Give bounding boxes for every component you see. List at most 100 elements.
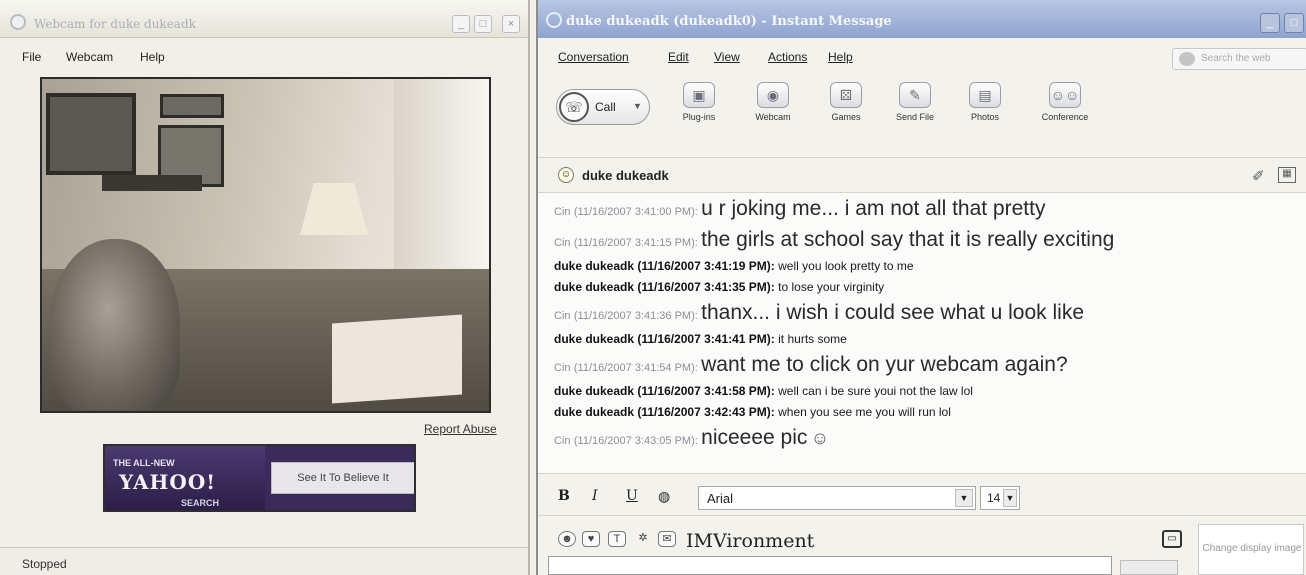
chevron-down-icon[interactable]: ▼ bbox=[1003, 489, 1017, 507]
message-sender: duke dukeadk bbox=[554, 280, 635, 294]
send-file-label: Send File bbox=[895, 112, 935, 122]
text-style-icon[interactable]: T bbox=[608, 531, 626, 547]
games-button[interactable]: ⚄ Games bbox=[811, 82, 881, 122]
smiley-emoticon-icon: ☺ bbox=[810, 428, 830, 448]
menu-view[interactable]: View bbox=[714, 50, 740, 64]
maximize-icon[interactable]: □ bbox=[474, 15, 492, 33]
puzzle-icon: ▣ bbox=[683, 82, 715, 108]
menu-help[interactable]: Help bbox=[140, 50, 165, 64]
bold-button[interactable]: B bbox=[558, 488, 570, 504]
photos-label: Photos bbox=[970, 112, 1000, 122]
close-icon[interactable]: × bbox=[502, 15, 520, 33]
display-image-box[interactable]: Change display image bbox=[1198, 524, 1304, 575]
chevron-down-icon[interactable]: ▼ bbox=[955, 489, 973, 507]
ad-cta-button[interactable]: See It To Believe It bbox=[271, 462, 414, 494]
photos-button[interactable]: ▤ Photos bbox=[950, 82, 1020, 122]
imvironment-icon[interactable]: ✉ bbox=[658, 531, 676, 547]
message-timestamp: (11/16/2007 3:41:35 PM): bbox=[637, 280, 775, 294]
message-text: to lose your virginity bbox=[778, 280, 885, 294]
menu-help[interactable]: Help bbox=[828, 50, 853, 64]
text-color-icon[interactable]: ◍ bbox=[658, 488, 670, 505]
chevron-down-icon[interactable]: ▼ bbox=[633, 101, 642, 111]
message-sender: duke dukeadk bbox=[554, 259, 635, 273]
message-text: niceeee pic bbox=[701, 426, 808, 449]
message-text: the girls at school say that it is reall… bbox=[701, 228, 1115, 251]
message-timestamp: (11/16/2007 3:41:58 PM): bbox=[637, 384, 775, 398]
webcam-window-title: Webcam for duke dukeadk bbox=[34, 17, 196, 31]
message-timestamp: (11/16/2007 3:41:00 PM): bbox=[573, 206, 698, 218]
call-button[interactable]: ☏ Call ▼ bbox=[556, 89, 650, 125]
ad-tagline: THE ALL-NEW bbox=[113, 458, 175, 468]
menu-actions[interactable]: Actions bbox=[768, 50, 807, 64]
send-button[interactable] bbox=[1120, 560, 1178, 575]
minimize-icon[interactable]: _ bbox=[1260, 13, 1280, 33]
webcam-menubar: File Webcam Help bbox=[0, 44, 528, 68]
menu-file[interactable]: File bbox=[22, 50, 41, 64]
contact-header: ☺ duke dukeadk ✐ ▦ bbox=[538, 160, 1306, 190]
yahoo-search-icon bbox=[1179, 52, 1195, 66]
font-size-select[interactable]: 14 ▼ bbox=[980, 486, 1020, 510]
underline-button[interactable]: U bbox=[626, 488, 638, 504]
webcam-video-feed bbox=[40, 77, 491, 413]
web-search-input[interactable]: Search the web bbox=[1172, 48, 1306, 70]
webcam-app-icon bbox=[10, 14, 26, 30]
contact-card-icon[interactable]: ▦ bbox=[1278, 167, 1296, 183]
message-row: Cin (11/16/2007 3:41:00 PM): u r joking … bbox=[554, 197, 1306, 228]
message-timestamp: (11/16/2007 3:41:15 PM): bbox=[573, 237, 698, 249]
conference-label: Conference bbox=[1041, 112, 1089, 122]
instant-message-window: duke dukeadk (dukeadk0) - Instant Messag… bbox=[536, 0, 1306, 575]
pencil-icon[interactable]: ✐ bbox=[1252, 167, 1265, 185]
ad-search-label: SEARCH bbox=[181, 498, 220, 508]
message-timestamp: (11/16/2007 3:41:19 PM): bbox=[637, 259, 775, 273]
contact-name[interactable]: duke dukeadk bbox=[582, 168, 669, 183]
message-timestamp: (11/16/2007 3:42:43 PM): bbox=[637, 405, 775, 419]
search-placeholder: Search the web bbox=[1201, 53, 1271, 64]
yahoo-search-ad[interactable]: THE ALL-NEW YAHOO! SEARCH See It To Beli… bbox=[103, 444, 416, 512]
message-timestamp: (11/16/2007 3:41:41 PM): bbox=[637, 332, 775, 346]
audible-icon[interactable]: ♥ bbox=[582, 531, 600, 547]
webcam-label: Webcam bbox=[755, 112, 791, 122]
send-file-button[interactable]: ✎ Send File bbox=[880, 82, 950, 122]
message-text: want me to click on yur webcam again? bbox=[701, 353, 1068, 376]
photos-icon: ▤ bbox=[969, 82, 1001, 108]
italic-button[interactable]: I bbox=[592, 488, 598, 504]
font-size-value: 14 bbox=[987, 491, 1001, 505]
messenger-app-icon bbox=[546, 12, 562, 28]
save-icon[interactable]: ▭ bbox=[1162, 530, 1182, 548]
formatting-toolbar: B I U ◍ Arial ▼ 14 ▼ bbox=[538, 478, 1306, 516]
phone-icon: ☏ bbox=[559, 92, 589, 122]
webcam-window: Webcam for duke dukeadk _ □ × File Webca… bbox=[0, 0, 530, 575]
conversation-history[interactable]: Cin (11/16/2007 3:41:00 PM): u r joking … bbox=[538, 192, 1306, 474]
report-abuse-link[interactable]: Report Abuse bbox=[424, 422, 497, 436]
im-titlebar[interactable]: duke dukeadk (dukeadk0) - Instant Messag… bbox=[538, 0, 1306, 38]
imvironment-label[interactable]: IMVironment bbox=[686, 530, 814, 552]
message-timestamp: (11/16/2007 3:41:54 PM): bbox=[573, 362, 698, 374]
imvironment-bar: ☻ ♥ T ✲ ✉ IMVironment ▭ bbox=[538, 520, 1306, 554]
message-sender: duke dukeadk bbox=[554, 405, 635, 419]
message-row: Cin (11/16/2007 3:41:15 PM): the girls a… bbox=[554, 228, 1306, 259]
message-sender: Cin bbox=[554, 435, 571, 447]
message-row: duke dukeadk (11/16/2007 3:41:41 PM): it… bbox=[554, 332, 1306, 353]
menu-conversation[interactable]: Conversation bbox=[558, 50, 629, 64]
message-sender: duke dukeadk bbox=[554, 384, 635, 398]
conference-button[interactable]: ☺☺ Conference bbox=[1030, 82, 1100, 122]
webcam-titlebar[interactable]: Webcam for duke dukeadk _ □ × bbox=[0, 0, 528, 38]
menu-webcam[interactable]: Webcam bbox=[66, 50, 113, 64]
font-select[interactable]: Arial ▼ bbox=[698, 486, 976, 510]
webcam-icon: ◉ bbox=[757, 82, 789, 108]
dice-icon: ⚄ bbox=[830, 82, 862, 108]
emoticon-icon[interactable]: ☻ bbox=[558, 531, 576, 547]
menu-edit[interactable]: Edit bbox=[668, 50, 689, 64]
webcam-statusbar: Stopped bbox=[0, 547, 528, 575]
minimize-icon[interactable]: _ bbox=[452, 15, 470, 33]
message-input[interactable] bbox=[548, 556, 1112, 575]
message-timestamp: (11/16/2007 3:43:05 PM): bbox=[573, 435, 698, 447]
plugins-label: Plug-ins bbox=[682, 112, 716, 122]
message-sender: Cin bbox=[554, 237, 571, 249]
plugins-button[interactable]: ▣ Plug-ins bbox=[664, 82, 734, 122]
sparkle-icon[interactable]: ✲ bbox=[634, 531, 652, 547]
message-text: well can i be sure youi not the law lol bbox=[778, 384, 973, 398]
message-row: duke dukeadk (11/16/2007 3:41:58 PM): we… bbox=[554, 384, 1306, 405]
webcam-button[interactable]: ◉ Webcam bbox=[738, 82, 808, 122]
maximize-icon[interactable]: □ bbox=[1284, 13, 1304, 33]
